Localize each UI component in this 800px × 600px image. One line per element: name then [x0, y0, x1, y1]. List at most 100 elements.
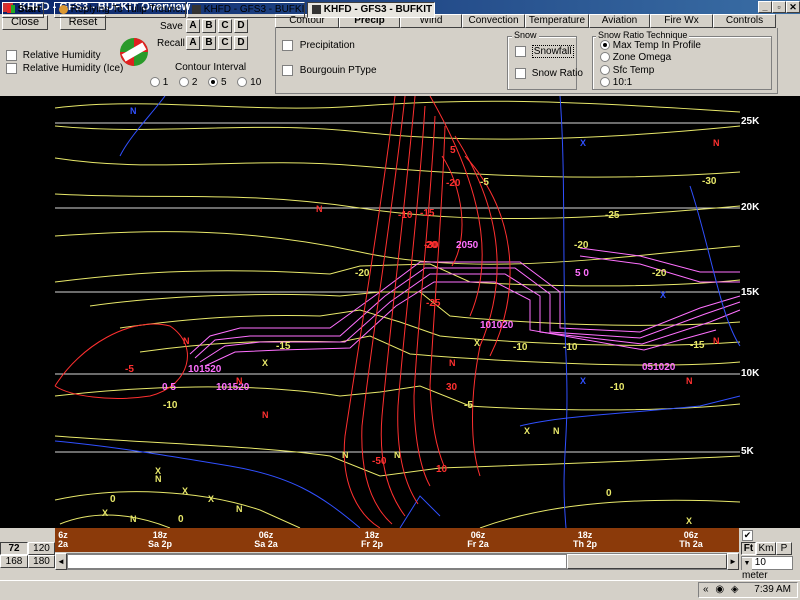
omega-label: 10	[436, 464, 448, 475]
svg-text:N: N	[713, 336, 720, 346]
omega-label: 5	[450, 145, 456, 156]
omega-label: -25	[426, 298, 441, 309]
svg-text:X: X	[182, 486, 188, 496]
bourgouin-checkbox-row[interactable]: Bourgouin PType	[282, 65, 377, 76]
rh-label: 101520	[188, 364, 222, 375]
svg-text:X: X	[102, 508, 108, 518]
rh-label: 5 0	[575, 268, 589, 279]
recall-slot-c[interactable]: C	[218, 36, 232, 50]
temp-label: 0	[606, 488, 612, 499]
temp-label: -15	[690, 340, 705, 351]
tab-temperature[interactable]: Temperature	[525, 14, 589, 28]
task-bufkit-2[interactable]: KHFD - GFS3 - BUFKIT ...	[307, 2, 435, 18]
windows-logo-icon	[7, 5, 15, 14]
task-browser[interactable]: Replying To Tulip Trounc...	[54, 2, 186, 18]
tab-controls[interactable]: Controls	[713, 14, 776, 28]
temp-label: 0	[178, 514, 184, 525]
svg-text:N: N	[236, 376, 243, 386]
save-slot-d[interactable]: D	[234, 19, 248, 33]
unit-ft-button[interactable]: Ft	[741, 542, 756, 555]
rh-checkbox-row[interactable]: Relative Humidity	[6, 50, 101, 61]
save-label: Save	[160, 21, 183, 32]
scroll-track[interactable]	[67, 554, 567, 569]
height-label-10k: 10K	[741, 368, 760, 379]
temp-label: -30	[702, 176, 717, 187]
ci-option-5[interactable]: 5	[208, 77, 227, 88]
rh-ice-checkbox-row[interactable]: Relative Humidity (Ice)	[6, 63, 123, 74]
tab-convection[interactable]: Convection	[462, 14, 525, 28]
time-label: 06z Th 2a	[679, 530, 703, 549]
svg-text:N: N	[130, 514, 137, 524]
svg-text:X: X	[686, 516, 692, 526]
recall-label: Recall	[157, 38, 185, 49]
snowfall-checkbox-row[interactable]: Snowfall	[515, 45, 574, 59]
scroll-thumb[interactable]	[567, 554, 727, 569]
ci-option-2[interactable]: 2	[179, 77, 197, 88]
snow-ratio-checkbox-row[interactable]: Snow Ratio	[515, 68, 583, 79]
omega-label: -5	[125, 364, 134, 375]
snowfall-checkbox[interactable]	[515, 46, 526, 57]
height-label-25k: 25K	[741, 116, 760, 127]
svg-text:N: N	[262, 410, 269, 420]
time-height-plot[interactable]: 25K 20K 15K 10K 5K -30 -25 -20 -20 -20 -…	[0, 95, 800, 529]
tab-aviation[interactable]: Aviation	[589, 14, 650, 28]
sr-option-zone-omega[interactable]: Zone Omega	[600, 52, 671, 63]
close-window-button[interactable]: ✕	[786, 1, 800, 13]
precipitation-checkbox-row[interactable]: Precipitation	[282, 40, 355, 51]
rh-ice-checkbox[interactable]	[6, 63, 17, 74]
range-168-button[interactable]: 168	[0, 555, 28, 568]
range-180-button[interactable]: 180	[28, 555, 55, 568]
wind-level-select[interactable]: ▼ 10 meter	[741, 556, 793, 581]
temp-label: -10	[513, 342, 528, 353]
temperature-contours	[54, 100, 741, 529]
time-label: 06z Sa 2a	[254, 530, 278, 549]
recall-slot-b[interactable]: B	[202, 36, 216, 50]
temp-label: -20	[355, 268, 370, 279]
temp-label: -10	[163, 400, 178, 411]
save-slot-a[interactable]: A	[186, 19, 200, 33]
rh-label: 051020	[642, 362, 676, 373]
rh-label: 2050	[456, 240, 479, 251]
sr-option-sfc-temp[interactable]: Sfc Temp	[600, 65, 654, 76]
ci-option-1[interactable]: 1	[150, 77, 168, 88]
ci-option-10[interactable]: 10	[237, 77, 261, 88]
range-120-button[interactable]: 120	[28, 542, 55, 555]
svg-text:N: N	[449, 358, 456, 368]
contour-interval-options: 1 2 5 10	[150, 77, 261, 88]
bourgouin-checkbox[interactable]	[282, 65, 293, 76]
svg-text:X: X	[580, 376, 586, 386]
temp-label: -15	[276, 341, 291, 352]
save-slot-b[interactable]: B	[202, 19, 216, 33]
sr-option-10-1[interactable]: 10:1	[600, 77, 632, 88]
scroll-right-button[interactable]: ►	[727, 553, 739, 570]
tab-fire-wx[interactable]: Fire Wx	[650, 14, 713, 28]
snow-group	[507, 36, 577, 90]
chevron-down-icon: ▼	[742, 558, 752, 570]
browser-icon	[59, 4, 68, 14]
snow-ratio-checkbox[interactable]	[515, 68, 526, 79]
svg-text:X: X	[155, 466, 161, 476]
precipitation-checkbox[interactable]	[282, 40, 293, 51]
rh-checkbox[interactable]	[6, 50, 17, 61]
omega-label: 20	[426, 240, 438, 251]
save-slot-c[interactable]: C	[218, 19, 232, 33]
temp-label: -20	[574, 240, 589, 251]
range-72-button[interactable]: 72	[0, 542, 28, 555]
svg-text:N: N	[713, 138, 720, 148]
system-tray: « ◉ ◈ 7:39 AM	[698, 582, 798, 598]
sr-option-max-temp[interactable]: Max Temp In Profile	[600, 40, 701, 51]
snow-group-title: Snow	[512, 30, 539, 40]
unit-km-button[interactable]: Km	[756, 542, 776, 555]
recall-slot-a[interactable]: A	[186, 36, 200, 50]
wind-checkbox[interactable]: ✔	[742, 530, 753, 541]
maximize-button[interactable]: ▫	[772, 1, 786, 13]
svg-text:N: N	[342, 450, 349, 460]
minimize-button[interactable]: _	[758, 1, 772, 13]
scroll-left-button[interactable]: ◄	[55, 553, 67, 570]
unit-p-button[interactable]: P	[776, 542, 792, 555]
svg-text:N: N	[183, 336, 190, 346]
task-bufkit-1[interactable]: KHFD - GFS3 - BUFKIT	[187, 2, 305, 18]
temp-label: 0	[110, 494, 116, 505]
start-button[interactable]: Start	[2, 2, 44, 18]
recall-slot-d[interactable]: D	[234, 36, 248, 50]
